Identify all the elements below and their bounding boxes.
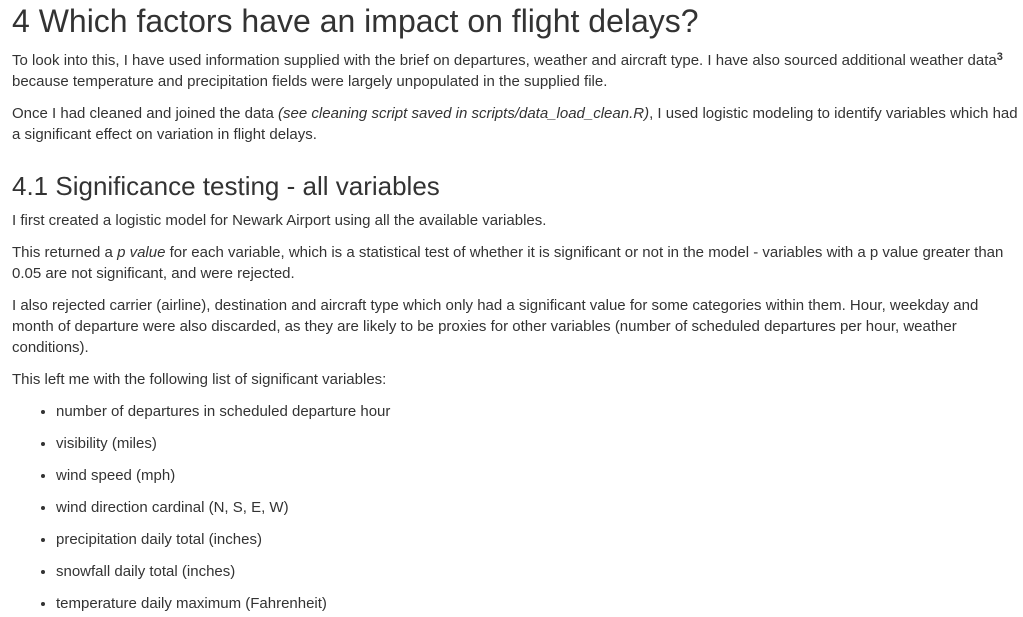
list-item: number of departures in scheduled depart… xyxy=(56,401,1023,422)
significant-variables-list: number of departures in scheduled depart… xyxy=(12,401,1023,614)
list-item: wind speed (mph) xyxy=(56,465,1023,486)
list-item: temperature daily maximum (Fahrenheit) xyxy=(56,593,1023,614)
p-value-term: p value xyxy=(117,244,166,261)
footnote-3-link[interactable]: 3 xyxy=(997,51,1003,63)
list-item: precipitation daily total (inches) xyxy=(56,529,1023,550)
intro-text-continued: because temperature and precipitation fi… xyxy=(12,73,608,90)
significant-intro-paragraph: This left me with the following list of … xyxy=(12,371,387,388)
p-value-paragraph: This returned a p value for each variabl… xyxy=(12,242,1023,284)
model-paragraph: I first created a logistic model for New… xyxy=(12,212,547,229)
section-4-heading: 4 Which factors have an impact on flight… xyxy=(12,3,699,39)
list-item: wind direction cardinal (N, S, E, W) xyxy=(56,497,1023,518)
list-item: visibility (miles) xyxy=(56,433,1023,454)
p-value-text: This returned a xyxy=(12,244,118,261)
section-4-intro-paragraph: To look into this, I have used informati… xyxy=(12,50,1023,92)
document-page: 4 Which factors have an impact on flight… xyxy=(0,2,1023,614)
method-text: Once I had cleaned and joined the data xyxy=(12,105,279,122)
cleaning-script-note: (see cleaning script saved in scripts/da… xyxy=(278,105,650,122)
section-4-method-paragraph: Once I had cleaned and joined the data (… xyxy=(12,103,1023,145)
rejected-variables-paragraph: I also rejected carrier (airline), desti… xyxy=(12,297,979,356)
section-4-1-heading: 4.1 Significance testing - all variables xyxy=(12,171,440,201)
intro-text: To look into this, I have used informati… xyxy=(12,52,997,69)
list-item: snowfall daily total (inches) xyxy=(56,561,1023,582)
